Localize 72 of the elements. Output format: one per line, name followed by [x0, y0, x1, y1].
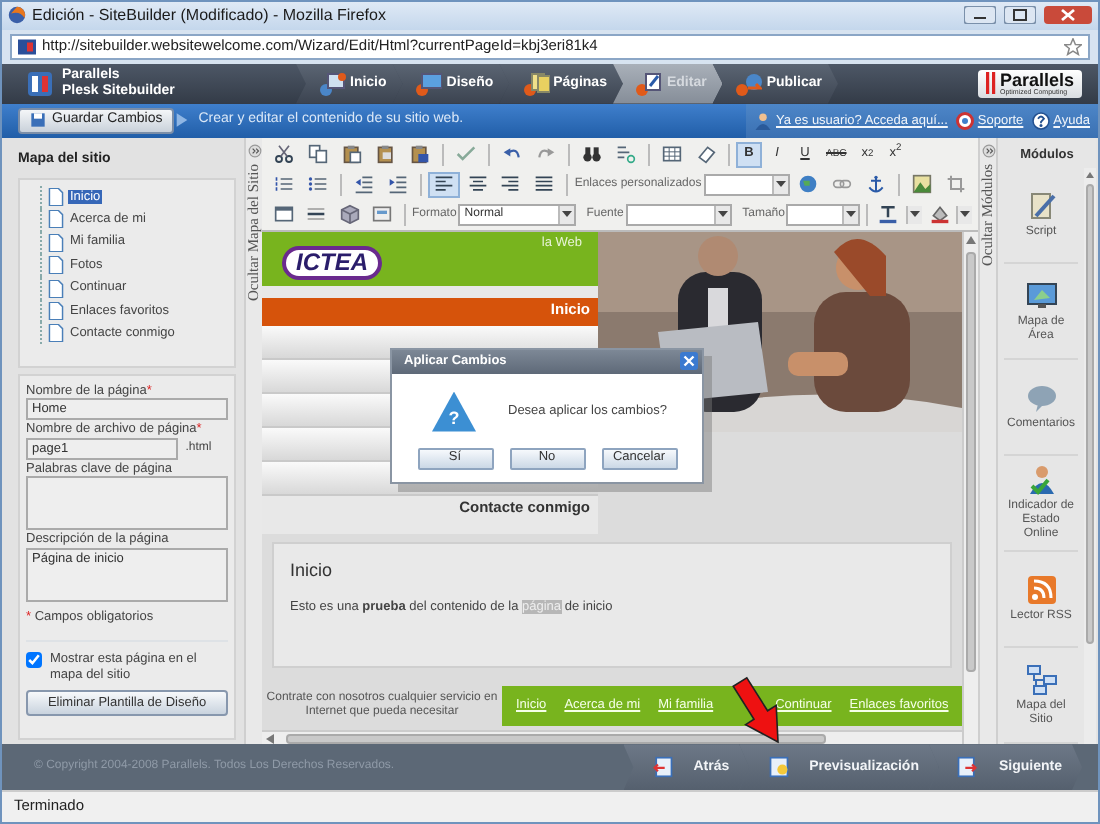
browser-icon	[8, 6, 26, 25]
play-icon	[174, 112, 191, 129]
dropdown-icon[interactable]	[910, 210, 921, 219]
rss-icon	[1025, 574, 1057, 607]
help-icon	[1031, 111, 1050, 130]
dropdown-icon[interactable]	[960, 210, 971, 219]
indent-icon[interactable]	[387, 174, 408, 195]
design-icon	[414, 71, 443, 96]
copy-icon[interactable]	[308, 144, 328, 165]
minimize-icon[interactable]	[964, 6, 996, 25]
collapse-icon[interactable]	[981, 143, 995, 158]
brand-mark-icon	[985, 72, 996, 95]
publish-icon	[734, 71, 763, 96]
numbered-list-icon[interactable]	[273, 174, 294, 195]
close-icon[interactable]	[1044, 6, 1092, 25]
scroll-up-icon[interactable]	[1086, 172, 1094, 179]
form-icon[interactable]	[372, 204, 393, 225]
scroll-left-icon[interactable]	[266, 733, 274, 744]
page-heading: Inicio	[290, 559, 335, 581]
preview-icon	[767, 756, 790, 779]
scrollbar-thumb[interactable]	[286, 733, 826, 744]
table-icon[interactable]	[662, 144, 682, 165]
collapse-icon[interactable]	[247, 143, 261, 158]
user-icon	[754, 111, 772, 130]
scrollbar-thumb[interactable]	[966, 251, 976, 672]
horizontal-rule-icon[interactable]	[306, 204, 327, 225]
person-icon	[1025, 464, 1057, 497]
edit-icon	[634, 71, 663, 96]
clipboard-icon[interactable]	[410, 144, 430, 165]
clipboard-icon[interactable]	[376, 144, 396, 165]
map-icon	[1025, 279, 1057, 312]
image-icon[interactable]	[912, 174, 933, 195]
fill-color-icon[interactable]	[929, 204, 950, 225]
spellcheck-icon[interactable]	[456, 144, 476, 165]
align-center-icon[interactable]	[467, 174, 488, 195]
cut-icon[interactable]	[274, 144, 294, 165]
binoculars-icon[interactable]	[582, 144, 602, 165]
next-icon	[956, 756, 979, 779]
eraser-icon[interactable]	[696, 144, 716, 165]
product-logo-icon	[26, 69, 54, 98]
window-icon[interactable]	[273, 204, 294, 225]
lifebuoy-icon	[955, 111, 974, 130]
replace-icon[interactable]	[616, 144, 636, 165]
scrollbar-thumb[interactable]	[1086, 184, 1094, 645]
home-icon	[318, 71, 346, 96]
back-icon	[651, 756, 674, 779]
question-icon: ?	[432, 391, 476, 432]
maximize-icon[interactable]	[1004, 6, 1036, 25]
window-title: Edición - SiteBuilder (Modificado) - Mozilla Firefox	[32, 6, 386, 26]
paste-icon[interactable]	[342, 144, 362, 165]
dropdown-icon[interactable]	[776, 180, 787, 189]
justify-icon[interactable]	[534, 174, 555, 195]
checkbox[interactable]	[26, 652, 42, 669]
sitemap-icon	[1025, 663, 1057, 696]
dropdown-icon[interactable]	[845, 210, 856, 219]
outdent-icon[interactable]	[353, 174, 374, 195]
dropdown-icon[interactable]	[718, 210, 729, 219]
cube-icon[interactable]	[339, 204, 360, 225]
script-icon	[1025, 190, 1057, 223]
pages-icon	[521, 71, 550, 96]
bullet-list-icon[interactable]	[307, 174, 328, 195]
star-icon[interactable]	[1064, 37, 1082, 56]
anchor-icon[interactable]	[866, 174, 887, 195]
site-icon	[18, 37, 36, 56]
text-color-icon[interactable]	[878, 204, 899, 225]
globe-icon[interactable]	[798, 174, 819, 195]
align-left-icon[interactable]	[433, 174, 454, 195]
dropdown-icon[interactable]	[562, 210, 573, 219]
align-right-icon[interactable]	[500, 174, 521, 195]
speech-bubble-icon	[1025, 382, 1057, 415]
close-icon[interactable]	[680, 352, 698, 371]
site-logo: ICTEA	[282, 246, 382, 280]
